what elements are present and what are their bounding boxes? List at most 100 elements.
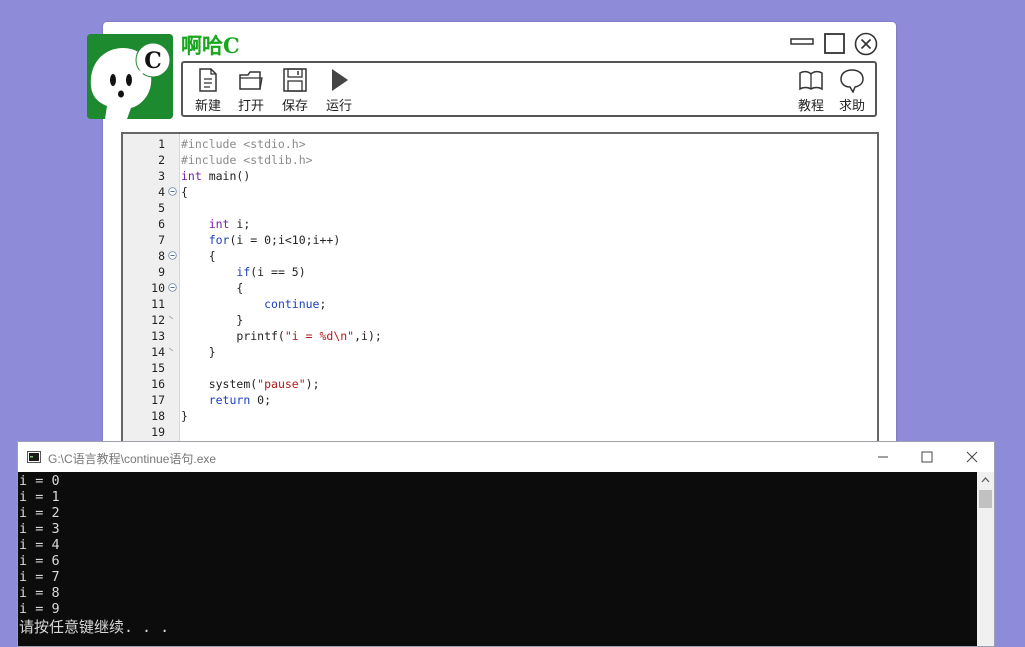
code-token: printf( (236, 329, 285, 343)
code-text: } (181, 312, 243, 328)
code-line[interactable]: 10 { (123, 280, 877, 296)
code-text: printf("i = %d\n",i); (181, 328, 381, 344)
code-editor[interactable]: 1 #include <stdio.h> 2 #include <stdlib.h> 3… (121, 132, 879, 452)
fold-collapse-icon[interactable] (168, 187, 177, 196)
code-line[interactable]: 2 #include <stdlib.h> (123, 152, 877, 168)
console-close-icon[interactable] (965, 450, 979, 464)
code-token: #include <stdio.h> (181, 137, 306, 151)
code-token: i; (229, 217, 251, 231)
code-line[interactable]: 7 for(i = 0;i<10;i++) (123, 232, 877, 248)
line-number: 17 (151, 393, 165, 407)
console-window[interactable]: G:\C语言教程\continue语句.exe i = 0i = 1i = 2i… (17, 441, 995, 647)
code-token: if (236, 265, 251, 279)
code-line[interactable]: 6 int i; (123, 216, 877, 232)
code-line[interactable]: 8 { (123, 248, 877, 264)
console-output-line: i = 4 (19, 537, 60, 553)
code-token: { (181, 185, 188, 199)
line-number: 2 (158, 153, 165, 167)
folder-icon (239, 71, 263, 90)
line-number: 13 (151, 329, 165, 343)
code-line[interactable]: 1 #include <stdio.h> (123, 136, 877, 152)
toolbar: 新建 打开 保存 运行 教程 求助 (181, 61, 877, 117)
close-icon[interactable] (854, 32, 878, 56)
code-text: for(i = 0;i<10;i++) (181, 232, 341, 248)
code-text: if(i == 5) (181, 264, 305, 280)
code-token: int (208, 217, 230, 231)
save-button[interactable]: 保存 (275, 67, 315, 115)
minimize-icon[interactable] (790, 38, 814, 46)
code-line[interactable]: 3 int main() (123, 168, 877, 184)
code-text: } (181, 344, 216, 360)
line-number: 8 (158, 249, 165, 263)
code-token: { (236, 281, 244, 295)
code-token: return (208, 393, 251, 407)
scroll-thumb[interactable] (979, 490, 992, 508)
line-number: 15 (151, 361, 165, 375)
code-token: "i = %d\n" (284, 329, 355, 343)
console-output: i = 0i = 1i = 2i = 3i = 4i = 6i = 7i = 8… (19, 473, 977, 643)
line-number: 6 (158, 217, 165, 231)
run-button[interactable]: 运行 (319, 67, 359, 115)
fold-collapse-icon[interactable] (168, 283, 177, 292)
code-text: { (181, 248, 216, 264)
line-number: 1 (158, 137, 165, 151)
console-maximize-icon[interactable] (920, 450, 934, 464)
code-text: int main() (181, 168, 250, 184)
code-line[interactable]: 15 (123, 360, 877, 376)
code-text: #include <stdio.h> (181, 136, 306, 152)
code-line[interactable]: 19 (123, 424, 877, 440)
help-button[interactable]: 求助 (832, 67, 872, 115)
code-token: 0; (250, 393, 272, 407)
code-line[interactable]: 17 return 0; (123, 392, 877, 408)
tutorial-button[interactable]: 教程 (791, 67, 831, 115)
console-output-line: i = 8 (19, 585, 60, 601)
code-line[interactable]: 5 (123, 200, 877, 216)
console-output-line: i = 9 (19, 601, 60, 617)
run-label: 运行 (325, 99, 352, 114)
new-file-icon (199, 68, 217, 92)
code-line[interactable]: 14 } (123, 344, 877, 360)
code-token: int (181, 169, 202, 183)
help-label: 求助 (838, 99, 865, 114)
code-token: } (208, 345, 216, 359)
console-output-line: i = 1 (19, 489, 60, 505)
console-pause-prompt: 请按任意键继续. . . (19, 618, 170, 636)
scroll-up-arrow-icon[interactable] (977, 472, 994, 488)
new-button[interactable]: 新建 (188, 67, 228, 115)
console-minimize-icon[interactable] (876, 450, 890, 464)
line-number: 4 (158, 185, 165, 199)
console-scrollbar[interactable] (977, 472, 994, 646)
code-line[interactable]: 16 system("pause"); (123, 376, 877, 392)
line-number: 18 (151, 409, 165, 423)
code-token: #include <stdlib.h> (181, 153, 313, 167)
console-output-line: i = 3 (19, 521, 60, 537)
code-line[interactable]: 18} (123, 408, 877, 424)
line-number: 7 (158, 233, 165, 247)
speech-bubble-icon (840, 69, 864, 93)
fold-end-marker-icon (168, 347, 174, 352)
logo-letter: C (144, 48, 162, 74)
line-number: 3 (158, 169, 165, 183)
code-line[interactable]: 12 } (123, 312, 877, 328)
code-token: } (181, 409, 188, 423)
console-titlebar[interactable]: G:\C语言教程\continue语句.exe (18, 442, 994, 472)
open-button[interactable]: 打开 (231, 67, 271, 115)
new-label: 新建 (194, 99, 221, 114)
app-logo: C (87, 34, 173, 119)
console-output-line: i = 7 (19, 569, 60, 585)
code-text: continue; (181, 296, 326, 312)
line-number: 19 (151, 425, 165, 439)
code-line[interactable]: 13 printf("i = %d\n",i); (123, 328, 877, 344)
code-line[interactable]: 9 if(i == 5) (123, 264, 877, 280)
code-token: continue (264, 297, 320, 311)
code-line[interactable]: 4{ (123, 184, 877, 200)
fold-collapse-icon[interactable] (168, 251, 177, 260)
code-token: (i = 0;i<10;i++) (229, 233, 341, 247)
book-icon (799, 70, 823, 91)
line-number: 5 (158, 201, 165, 215)
code-token: "pause" (257, 377, 306, 391)
code-line[interactable]: 11 continue; (123, 296, 877, 312)
code-text: #include <stdlib.h> (181, 152, 313, 168)
maximize-icon[interactable] (824, 33, 845, 54)
code-area[interactable]: 1 #include <stdio.h> 2 #include <stdlib.h> 3… (123, 136, 877, 440)
